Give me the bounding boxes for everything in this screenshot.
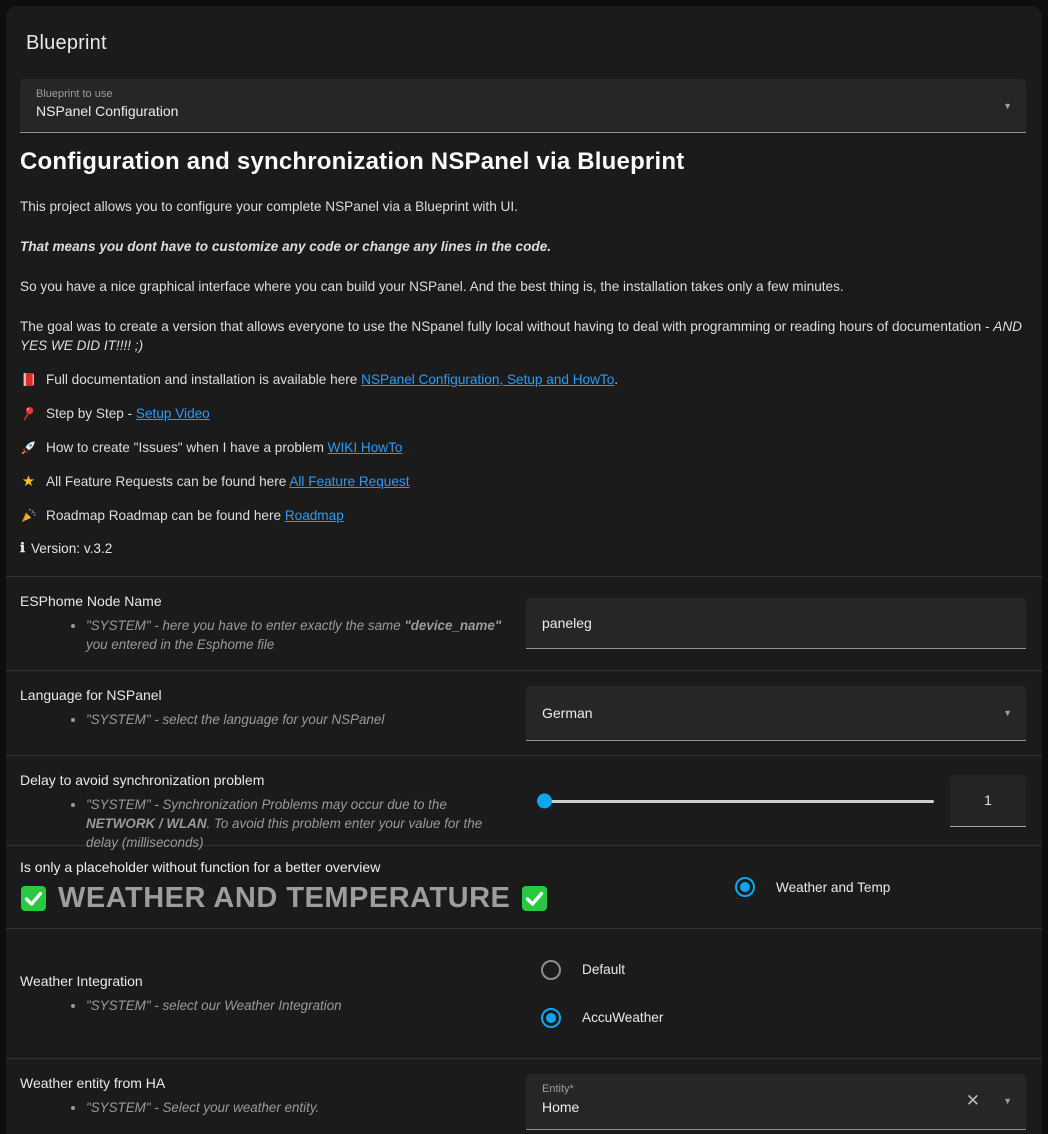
weather-option-default[interactable]: Default bbox=[541, 960, 625, 980]
radio-selected-icon[interactable] bbox=[735, 877, 755, 897]
radio-label: Weather and Temp bbox=[776, 880, 890, 895]
green-check-icon bbox=[20, 885, 47, 912]
entity-picker-label: Entity* bbox=[542, 1083, 1010, 1095]
version-line: ℹ Version: v.3.2 bbox=[20, 540, 1026, 556]
rocket-icon bbox=[20, 439, 37, 456]
delay-value-input[interactable]: 1 bbox=[950, 775, 1026, 827]
row-delay: Delay to avoid synchronization problem "… bbox=[6, 755, 1042, 845]
green-check-icon bbox=[521, 885, 548, 912]
row-language: Language for NSPanel "SYSTEM" - select t… bbox=[6, 670, 1042, 755]
radio-unselected-icon[interactable] bbox=[541, 960, 561, 980]
delay-value: 1 bbox=[984, 792, 992, 808]
intro-paragraph-3: So you have a nice graphical interface w… bbox=[20, 277, 1026, 296]
weather-option-accuweather[interactable]: AccuWeather bbox=[541, 1008, 663, 1028]
slider-thumb[interactable] bbox=[537, 793, 552, 808]
doc-link-line: Full documentation and installation is a… bbox=[20, 369, 1026, 389]
feature-request-line: ★ All Feature Requests can be found here… bbox=[20, 471, 1026, 491]
radio-label: Default bbox=[582, 962, 625, 977]
chevron-down-icon[interactable]: ▼ bbox=[1003, 708, 1012, 718]
chevron-down-icon[interactable]: ▼ bbox=[1003, 101, 1012, 111]
setup-video-link[interactable]: Setup Video bbox=[136, 406, 210, 421]
language-row-title: Language for NSPanel bbox=[20, 687, 526, 703]
radio-label: AccuWeather bbox=[582, 1010, 663, 1025]
version-text: Version: v.3.2 bbox=[31, 541, 112, 556]
slider-track[interactable] bbox=[544, 800, 934, 803]
delay-row-description: "SYSTEM" - Synchronization Problems may … bbox=[86, 795, 516, 852]
node-name-input[interactable]: paneleg bbox=[526, 598, 1026, 649]
blueprint-description: Configuration and synchronization NSPane… bbox=[20, 148, 1026, 556]
language-select[interactable]: German ▼ bbox=[526, 686, 1026, 741]
node-name-value: paneleg bbox=[542, 615, 592, 631]
row-weather-integration: Weather Integration "SYSTEM" - select ou… bbox=[6, 928, 1042, 1058]
delay-slider[interactable] bbox=[526, 783, 936, 819]
language-select-value: German bbox=[542, 705, 593, 721]
roadmap-line: Roadmap Roadmap can be found here Roadma… bbox=[20, 505, 1026, 525]
setup-video-line: Step by Step - Setup Video bbox=[20, 403, 1026, 423]
star-icon: ★ bbox=[20, 472, 37, 490]
intro-paragraph-4: The goal was to create a version that al… bbox=[20, 317, 1026, 355]
esphome-row-description: "SYSTEM" - here you have to enter exactl… bbox=[86, 616, 516, 654]
blueprint-card: Blueprint Blueprint to use NSPanel Confi… bbox=[6, 6, 1042, 1134]
weather-integration-title: Weather Integration bbox=[20, 973, 526, 989]
weather-entity-description: "SYSTEM" - Select your weather entity. bbox=[86, 1098, 516, 1117]
intro-paragraph-2: That means you dont have to customize an… bbox=[20, 237, 1026, 256]
intro-paragraph-1: This project allows you to configure you… bbox=[20, 197, 1026, 216]
book-icon bbox=[20, 371, 37, 388]
pushpin-icon bbox=[20, 405, 37, 422]
intro-heading: Configuration and synchronization NSPane… bbox=[20, 148, 1026, 176]
weather-section-heading: WEATHER AND TEMPERATURE bbox=[58, 882, 510, 915]
wiki-howto-link[interactable]: WIKI HowTo bbox=[328, 440, 403, 455]
entity-picker[interactable]: Entity* Home ✕ ▼ bbox=[526, 1074, 1026, 1130]
row-weather-placeholder: Is only a placeholder without function f… bbox=[6, 845, 1042, 928]
esphome-row-title: ESPhome Node Name bbox=[20, 593, 526, 609]
info-icon: ℹ bbox=[20, 540, 25, 556]
weather-integration-description: "SYSTEM" - select our Weather Integratio… bbox=[86, 996, 516, 1015]
page-title: Blueprint bbox=[20, 6, 1026, 55]
clear-icon[interactable]: ✕ bbox=[966, 1091, 980, 1111]
blueprint-select[interactable]: Blueprint to use NSPanel Configuration ▼ bbox=[20, 79, 1026, 133]
blueprint-select-value: NSPanel Configuration bbox=[36, 103, 1010, 119]
chevron-down-icon[interactable]: ▼ bbox=[1003, 1096, 1012, 1106]
row-weather-entity: Weather entity from HA "SYSTEM" - Select… bbox=[6, 1058, 1042, 1134]
issues-howto-line: How to create "Issues" when I have a pro… bbox=[20, 437, 1026, 457]
weather-and-temp-option[interactable]: Weather and Temp bbox=[735, 877, 890, 897]
radio-selected-icon[interactable] bbox=[541, 1008, 561, 1028]
language-row-description: "SYSTEM" - select the language for your … bbox=[86, 710, 516, 729]
entity-picker-value: Home bbox=[542, 1099, 1010, 1115]
placeholder-note: Is only a placeholder without function f… bbox=[20, 859, 720, 875]
row-esphome-node-name: ESPhome Node Name "SYSTEM" - here you ha… bbox=[6, 576, 1042, 670]
doc-link[interactable]: NSPanel Configuration, Setup and HowTo bbox=[361, 372, 614, 387]
party-popper-icon bbox=[20, 507, 37, 524]
blueprint-select-label: Blueprint to use bbox=[36, 88, 1010, 100]
weather-entity-title: Weather entity from HA bbox=[20, 1075, 526, 1091]
delay-row-title: Delay to avoid synchronization problem bbox=[20, 772, 526, 788]
feature-request-link[interactable]: All Feature Request bbox=[289, 474, 409, 489]
roadmap-link[interactable]: Roadmap bbox=[285, 508, 344, 523]
